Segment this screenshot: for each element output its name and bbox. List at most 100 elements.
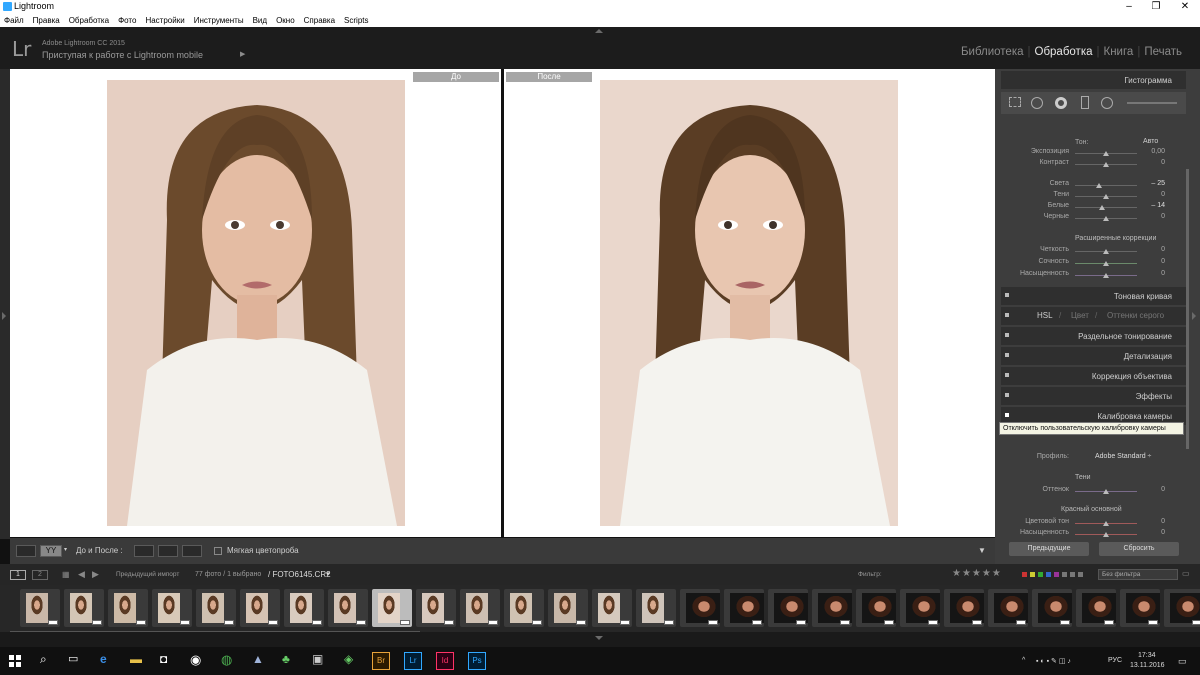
filmstrip-thumbnail[interactable]: [372, 589, 412, 627]
split-toning-header[interactable]: Раздельное тонирование: [1001, 327, 1186, 345]
toolbar-menu-icon[interactable]: ▼: [978, 546, 986, 555]
whites-slider[interactable]: [1075, 205, 1137, 210]
collapse-right-icon[interactable]: [1192, 312, 1196, 320]
highlights-slider[interactable]: [1075, 183, 1137, 188]
forward-arrow-icon[interactable]: ▶: [92, 569, 99, 580]
copy-after-to-before-button[interactable]: [158, 545, 178, 557]
filmstrip-thumbnail[interactable]: [768, 589, 808, 627]
grid-icon[interactable]: ▦: [62, 570, 70, 579]
cal-saturation-slider[interactable]: [1075, 532, 1137, 537]
bridge-icon[interactable]: Br: [372, 652, 390, 670]
file-explorer-icon[interactable]: ▬: [130, 652, 142, 670]
hsl-tab[interactable]: HSL: [1037, 311, 1053, 320]
collapse-bottom-icon[interactable]: [595, 636, 603, 640]
filmstrip-thumbnail[interactable]: [944, 589, 984, 627]
collapse-top-icon[interactable]: [595, 29, 603, 33]
rating-stars-icon[interactable]: ★★★★★: [952, 568, 1002, 579]
tray-icons[interactable]: ▪ ◐ ▪ ✎ ◫ ♪: [1036, 657, 1071, 665]
histogram-header[interactable]: Гистограмма: [1001, 71, 1186, 89]
filmstrip-thumbnail[interactable]: [284, 589, 324, 627]
filmstrip-thumbnail[interactable]: [1164, 589, 1200, 627]
module-develop[interactable]: Обработка: [1035, 46, 1093, 58]
app-icon[interactable]: ♣: [282, 652, 290, 670]
contrast-value[interactable]: 0: [1145, 159, 1165, 166]
menu-settings[interactable]: Настройки: [145, 14, 184, 27]
filmstrip-thumbnail[interactable]: [460, 589, 500, 627]
module-print[interactable]: Печать: [1144, 46, 1182, 58]
hsl-header[interactable]: HSL / Цвет / Оттенки серого: [1001, 307, 1186, 325]
edge-icon[interactable]: e: [100, 652, 107, 670]
filmstrip-thumbnail[interactable]: [20, 589, 60, 627]
menu-edit[interactable]: Правка: [33, 14, 60, 27]
tint-value[interactable]: 0: [1145, 486, 1165, 493]
chrome-icon[interactable]: ◍: [221, 652, 232, 670]
filmstrip-thumbnail[interactable]: [1120, 589, 1160, 627]
filmstrip-thumbnail[interactable]: [724, 589, 764, 627]
filmstrip-thumbnail[interactable]: [152, 589, 192, 627]
auto-tone-button[interactable]: Авто: [1143, 138, 1158, 145]
red-eye-icon[interactable]: [1055, 97, 1067, 109]
shadows-slider[interactable]: [1075, 194, 1137, 199]
filmstrip-thumbnail[interactable]: [988, 589, 1028, 627]
shadows-value[interactable]: 0: [1145, 191, 1165, 198]
filename-dropdown-icon[interactable]: ▾: [326, 570, 330, 578]
window-2-button[interactable]: 2: [32, 570, 48, 580]
minimize-button[interactable]: –: [1119, 1, 1139, 12]
menu-window[interactable]: Окно: [276, 14, 295, 27]
source-label[interactable]: Предыдущий импорт: [116, 571, 179, 578]
menu-develop[interactable]: Обработка: [69, 14, 109, 27]
color-label-filters[interactable]: [1022, 572, 1098, 577]
tint-slider[interactable]: [1075, 489, 1137, 494]
filmstrip-thumbnail[interactable]: [900, 589, 940, 627]
before-after-view-button[interactable]: YY: [40, 545, 62, 557]
module-library[interactable]: Библиотека: [961, 46, 1024, 58]
exposure-value[interactable]: 0,00: [1145, 148, 1165, 155]
swap-button[interactable]: [182, 545, 202, 557]
menu-tools[interactable]: Инструменты: [194, 14, 244, 27]
grayscale-tab[interactable]: Оттенки серого: [1107, 311, 1164, 320]
lightroom-taskbar-icon[interactable]: Lr: [404, 652, 422, 670]
clarity-value[interactable]: 0: [1145, 246, 1165, 253]
exposure-slider[interactable]: [1075, 151, 1137, 156]
window-1-button[interactable]: 1: [10, 570, 26, 580]
left-panel-collapsed[interactable]: [0, 69, 10, 539]
view-dropdown-icon[interactable]: ▾: [64, 546, 67, 553]
filmstrip-thumbnail[interactable]: [548, 589, 588, 627]
loupe-view-button[interactable]: [16, 545, 36, 557]
filmstrip-thumbnail[interactable]: [108, 589, 148, 627]
contrast-slider[interactable]: [1075, 162, 1137, 167]
whites-value[interactable]: – 14: [1145, 202, 1165, 209]
crop-tool-icon[interactable]: [1009, 97, 1021, 107]
soft-proof-checkbox[interactable]: [214, 547, 222, 555]
filmstrip-thumbnail[interactable]: [64, 589, 104, 627]
profile-select[interactable]: Adobe Standard ÷: [1095, 453, 1151, 460]
start-button[interactable]: [6, 652, 24, 670]
menu-scripts[interactable]: Scripts: [344, 14, 368, 27]
filmstrip-thumbnail[interactable]: [416, 589, 456, 627]
highlights-value[interactable]: – 25: [1145, 180, 1165, 187]
spot-removal-icon[interactable]: [1031, 97, 1043, 109]
filmstrip-thumbnail[interactable]: [504, 589, 544, 627]
play-arrow-icon[interactable]: ▶: [240, 50, 245, 58]
filmstrip-thumbnail[interactable]: [328, 589, 368, 627]
adjustment-brush-slider[interactable]: [1127, 102, 1177, 104]
store-icon[interactable]: ◘: [160, 652, 167, 670]
vibrance-slider[interactable]: [1075, 261, 1137, 266]
vibrance-value[interactable]: 0: [1145, 258, 1165, 265]
clarity-slider[interactable]: [1075, 249, 1137, 254]
cal-saturation-value[interactable]: 0: [1145, 529, 1165, 536]
filmstrip-thumbnail[interactable]: [592, 589, 632, 627]
module-book[interactable]: Книга: [1104, 46, 1134, 58]
filmstrip-thumbnail[interactable]: [196, 589, 236, 627]
filmstrip-thumbnail[interactable]: [1076, 589, 1116, 627]
search-icon[interactable]: ⌕: [40, 652, 47, 670]
radial-filter-icon[interactable]: [1101, 97, 1113, 109]
maximize-button[interactable]: ❐: [1146, 1, 1166, 12]
blacks-slider[interactable]: [1075, 216, 1137, 221]
lens-corrections-header[interactable]: Коррекция объектива: [1001, 367, 1186, 385]
hue-value[interactable]: 0: [1145, 518, 1165, 525]
filter-lock-icon[interactable]: ▭: [1182, 569, 1190, 578]
media-icon[interactable]: ◉: [190, 652, 201, 670]
identity-subtitle[interactable]: Приступая к работе с Lightroom mobile: [42, 50, 203, 60]
menu-photo[interactable]: Фото: [118, 14, 136, 27]
